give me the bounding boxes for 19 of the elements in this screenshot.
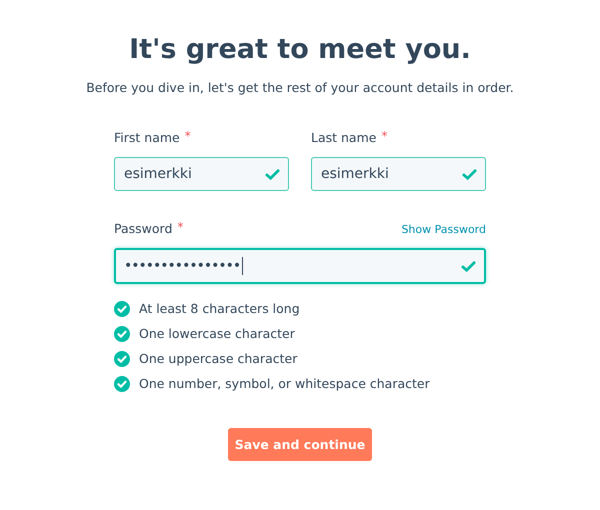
text-field[interactable]: esimerkki: [114, 157, 289, 191]
page-heading: It's great to meet you.: [129, 34, 471, 66]
field-label: Last name: [311, 130, 376, 145]
required-mark: *: [177, 221, 184, 233]
requirement-text: One lowercase character: [139, 325, 295, 342]
field-label: Password: [114, 221, 172, 236]
requirement-text: At least 8 characters long: [139, 300, 300, 317]
requirement-text: One number, symbol, or whitespace character: [139, 375, 430, 392]
text-field[interactable]: ••••••••••••••••: [114, 248, 486, 284]
checkmark-icon: [462, 166, 477, 182]
requirement-text: One uppercase character: [139, 350, 298, 367]
subtitle-text: Before you dive in, let's get the rest of your account details in order.: [86, 80, 514, 96]
text-field[interactable]: esimerkki: [311, 157, 486, 191]
required-mark: *: [381, 130, 388, 142]
show-password-link[interactable]: Show Password: [401, 221, 486, 248]
checkmark-icon: [461, 258, 476, 274]
required-mark: *: [184, 130, 191, 142]
field-label: First name: [114, 130, 180, 145]
checkmark-icon: [265, 166, 280, 182]
